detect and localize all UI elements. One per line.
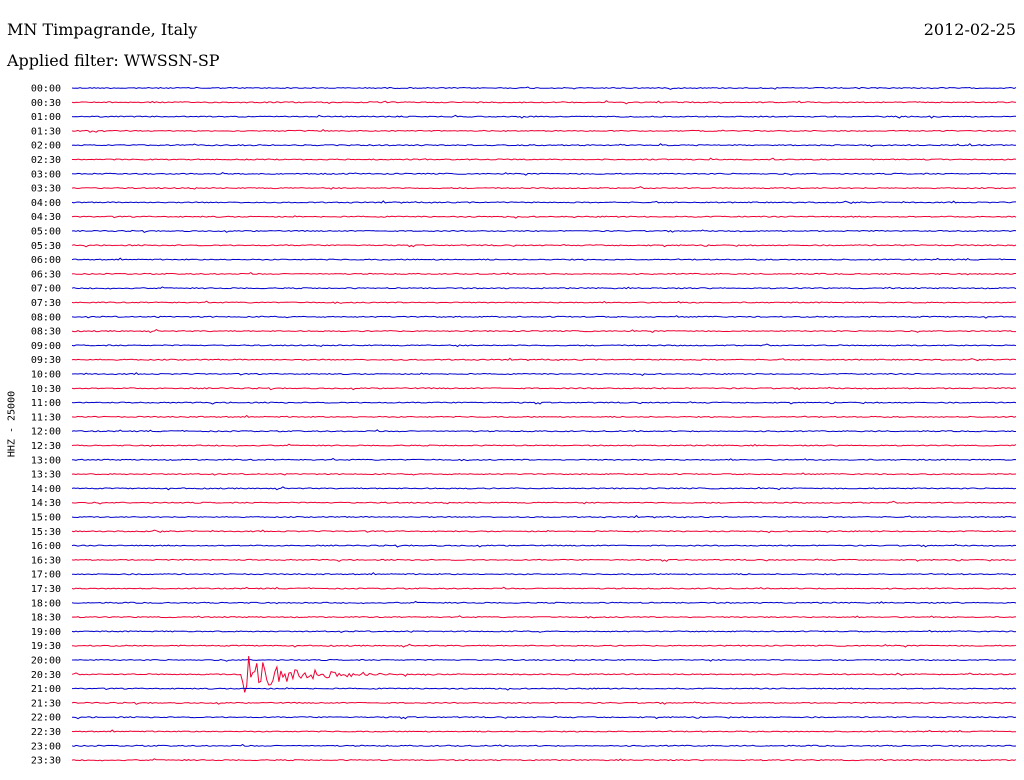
trace-line-0130 bbox=[71, 128, 1017, 133]
row-time-label: 22:00 bbox=[31, 713, 61, 724]
row-time-label: 01:00 bbox=[31, 112, 61, 123]
trace-line-1230 bbox=[71, 443, 1017, 447]
trace-line-1730 bbox=[71, 586, 1017, 590]
trace-line-2030 bbox=[71, 655, 1017, 693]
row-time-label: 01:30 bbox=[31, 126, 61, 137]
row-time-label: 08:00 bbox=[31, 312, 61, 323]
row-time-label: 12:30 bbox=[31, 441, 61, 452]
row-time-label: 08:30 bbox=[31, 327, 61, 338]
row-time-label: 15:30 bbox=[31, 527, 61, 538]
row-time-label: 00:00 bbox=[31, 84, 61, 95]
row-time-label: 21:00 bbox=[31, 684, 61, 695]
trace-line-0500 bbox=[71, 229, 1017, 233]
trace-line-0930 bbox=[71, 357, 1017, 362]
row-time-label: 15:00 bbox=[31, 513, 61, 524]
row-time-label: 19:30 bbox=[31, 641, 61, 652]
trace-line-2130 bbox=[71, 701, 1017, 705]
row-time-label: 07:00 bbox=[31, 284, 61, 295]
row-time-label: 10:30 bbox=[31, 384, 61, 395]
row-time-label: 00:30 bbox=[31, 98, 61, 109]
row-time-label: 09:00 bbox=[31, 341, 61, 352]
trace-line-0200 bbox=[71, 143, 1017, 148]
trace-line-1530 bbox=[71, 529, 1017, 534]
trace-line-1800 bbox=[71, 600, 1017, 605]
trace-line-1400 bbox=[71, 486, 1017, 491]
row-time-label: 12:00 bbox=[31, 427, 61, 438]
row-time-label: 03:30 bbox=[31, 184, 61, 195]
row-time-label: 17:30 bbox=[31, 584, 61, 595]
trace-line-1330 bbox=[71, 472, 1017, 476]
row-time-label: 23:30 bbox=[31, 756, 61, 767]
trace-line-1000 bbox=[71, 372, 1017, 377]
trace-line-1300 bbox=[71, 457, 1017, 462]
row-time-label: 11:00 bbox=[31, 398, 61, 409]
trace-line-2330 bbox=[71, 758, 1017, 762]
row-time-label: 07:30 bbox=[31, 298, 61, 309]
row-time-label: 19:00 bbox=[31, 627, 61, 638]
row-time-label: 17:00 bbox=[31, 570, 61, 581]
row-time-label: 02:30 bbox=[31, 155, 61, 166]
trace-line-1700 bbox=[71, 572, 1017, 576]
trace-line-1130 bbox=[71, 414, 1017, 418]
trace-line-0100 bbox=[71, 114, 1016, 119]
trace-line-1900 bbox=[71, 629, 1017, 633]
trace-line-0630 bbox=[71, 271, 1016, 276]
row-time-label: 02:00 bbox=[31, 141, 61, 152]
trace-line-2300 bbox=[71, 743, 1017, 748]
row-time-label: 20:00 bbox=[31, 656, 61, 667]
row-time-label: 22:30 bbox=[31, 727, 61, 738]
row-time-label: 18:30 bbox=[31, 613, 61, 624]
trace-line-0030 bbox=[71, 100, 1017, 105]
trace-line-0830 bbox=[71, 329, 1016, 333]
trace-line-2230 bbox=[71, 729, 1016, 733]
trace-line-2000 bbox=[72, 658, 1017, 662]
row-time-label: 04:30 bbox=[31, 212, 61, 223]
trace-line-1030 bbox=[71, 386, 1017, 391]
row-time-label: 03:00 bbox=[31, 169, 61, 180]
row-time-label: 06:00 bbox=[31, 255, 61, 266]
row-time-label: 13:30 bbox=[31, 470, 61, 481]
trace-line-2100 bbox=[71, 687, 1017, 691]
trace-line-1200 bbox=[71, 429, 1016, 433]
row-time-label: 06:30 bbox=[31, 269, 61, 280]
row-time-label: 04:00 bbox=[31, 198, 61, 209]
row-time-label: 20:30 bbox=[31, 670, 61, 681]
row-time-label: 21:30 bbox=[31, 698, 61, 709]
row-time-label: 05:00 bbox=[31, 227, 61, 238]
trace-line-0530 bbox=[71, 243, 1017, 248]
row-time-label: 10:00 bbox=[31, 370, 61, 381]
row-time-label: 14:00 bbox=[31, 484, 61, 495]
row-time-label: 16:30 bbox=[31, 555, 61, 566]
row-time-label: 14:30 bbox=[31, 498, 61, 509]
trace-line-0600 bbox=[71, 257, 1016, 261]
row-time-label: 09:30 bbox=[31, 355, 61, 366]
row-time-label: 23:00 bbox=[31, 741, 61, 752]
trace-line-1830 bbox=[71, 615, 1017, 619]
trace-line-0230 bbox=[72, 157, 1017, 161]
trace-line-0300 bbox=[71, 172, 1017, 176]
row-time-label: 11:30 bbox=[31, 412, 61, 423]
seismogram-plot: 00:00 00:30 01:00 01:30 02:00 02:30 03:00 03:30… bbox=[31, 84, 1017, 767]
trace-line-0900 bbox=[71, 343, 1017, 348]
trace-line-1630 bbox=[71, 558, 1017, 562]
trace-line-2200 bbox=[71, 715, 1017, 720]
trace-line-1430 bbox=[71, 500, 1017, 505]
row-time-label: 13:00 bbox=[31, 455, 61, 466]
trace-line-0430 bbox=[71, 215, 1017, 219]
trace-line-0730 bbox=[71, 300, 1017, 304]
row-time-label: 05:30 bbox=[31, 241, 61, 252]
trace-line-0800 bbox=[71, 315, 1017, 319]
trace-line-0700 bbox=[71, 286, 1017, 290]
trace-line-1930 bbox=[71, 643, 1017, 648]
trace-line-0000 bbox=[71, 86, 1017, 90]
trace-line-1100 bbox=[71, 401, 1017, 405]
trace-line-0400 bbox=[71, 200, 1016, 204]
trace-line-1600 bbox=[71, 544, 1017, 548]
row-time-label: 16:00 bbox=[31, 541, 61, 552]
trace-line-1500 bbox=[71, 514, 1017, 519]
row-time-label: 18:00 bbox=[31, 598, 61, 609]
trace-line-0330 bbox=[71, 186, 1017, 190]
